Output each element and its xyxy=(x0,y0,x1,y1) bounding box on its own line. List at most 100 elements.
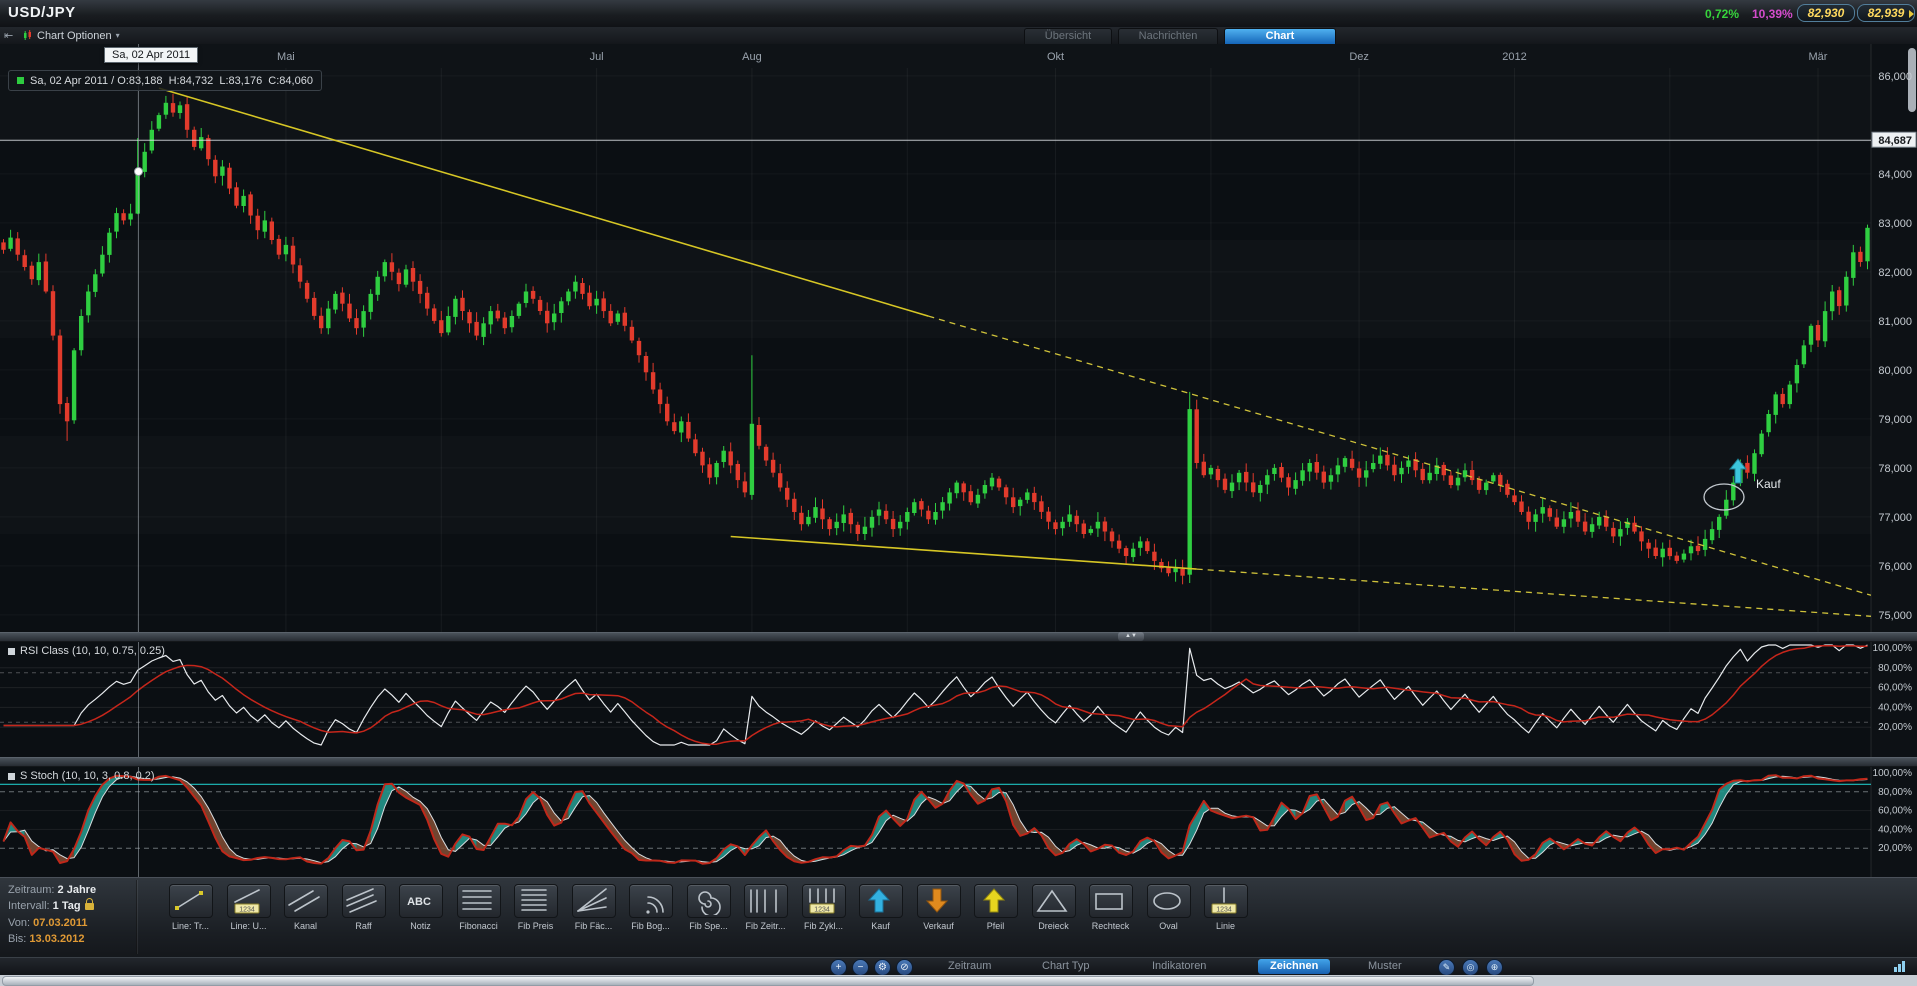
svg-text:80,00%: 80,00% xyxy=(1878,787,1912,798)
svg-text:77,000: 77,000 xyxy=(1878,512,1912,524)
svg-text:79,000: 79,000 xyxy=(1878,414,1912,426)
tool-label: Kauf xyxy=(852,921,909,931)
sell-price-button[interactable]: 82,930 xyxy=(1797,4,1855,22)
svg-text:ABC: ABC xyxy=(407,896,431,908)
lock-icon[interactable] xyxy=(85,903,94,910)
horizontal-scrollbar-thumb[interactable] xyxy=(2,976,1534,986)
tool-label: Rechteck xyxy=(1082,921,1139,931)
note-abc-icon: ABC xyxy=(400,885,438,915)
tool-channel[interactable]: Kanal xyxy=(277,884,334,931)
trend-line-icon xyxy=(170,885,208,915)
tool-raff[interactable]: Raff xyxy=(335,884,392,931)
tool-rectangle[interactable]: Rechteck xyxy=(1082,884,1139,931)
range-info: Zeitraum: 2 Jahre xyxy=(8,884,96,896)
tool-label: Notiz xyxy=(392,921,449,931)
gear-button[interactable]: ⚙ xyxy=(874,959,891,976)
tool-fib-fan[interactable]: Fib Fäc... xyxy=(565,884,622,931)
tool-fib-retracement[interactable]: Fibonacci xyxy=(450,884,507,931)
buy-annotation[interactable]: Kauf xyxy=(1698,451,1828,523)
tool-label: Verkauf xyxy=(910,921,967,931)
svg-text:1234: 1234 xyxy=(1216,907,1232,914)
panel-collapse-widget[interactable]: ▲▼ xyxy=(1118,632,1144,641)
tool-label: Kanal xyxy=(277,921,334,931)
pencil-icon[interactable]: ✎ xyxy=(1438,959,1455,976)
tool-arrow[interactable]: Pfeil xyxy=(967,884,1024,931)
trading-app-window: USD/JPY 0,72% 10,39% 82,930 82,939 ⇤ Cha… xyxy=(0,0,1917,986)
stochastic-panel[interactable]: 100,00%80,00%60,00%40,00%20,00% xyxy=(0,765,1917,877)
svg-text:Mär: Mär xyxy=(1809,51,1828,63)
main-chart-panel[interactable]: MaiJulAugOktDez2012Mär86,00084,00083,000… xyxy=(0,44,1917,632)
buy-arrow-icon xyxy=(860,885,898,915)
tool-trend-line-badge[interactable]: 1234 Line: U... xyxy=(220,884,277,931)
ctrl-tab-muster[interactable]: Muster xyxy=(1368,960,1402,972)
svg-text:Jul: Jul xyxy=(590,51,604,63)
tool-fib-price[interactable]: Fib Preis xyxy=(507,884,564,931)
tool-label: Line: U... xyxy=(220,921,277,931)
tool-line-badge[interactable]: 1234Linie xyxy=(1197,884,1254,931)
buy-annotation-label: Kauf xyxy=(1756,477,1781,491)
ctrl-tab-zeichnen[interactable]: Zeichnen xyxy=(1258,959,1330,974)
rsi-panel[interactable]: 100,00%80,00%60,00%40,00%20,00% xyxy=(0,640,1917,757)
from-date-info: Von: 07.03.2011 xyxy=(8,917,88,929)
ctrl-tab-chart-typ[interactable]: Chart Typ xyxy=(1042,960,1090,972)
candlestick-plot[interactable]: MaiJulAugOktDez2012Mär86,00084,00083,000… xyxy=(0,44,1917,632)
tool-note-abc[interactable]: ABC Notiz xyxy=(392,884,449,931)
tab-nachrichten[interactable]: Nachrichten xyxy=(1118,28,1218,44)
svg-text:83,000: 83,000 xyxy=(1878,218,1912,230)
rsi-plot: 100,00%80,00%60,00%40,00%20,00% xyxy=(0,640,1917,757)
plus-button[interactable]: + xyxy=(830,959,847,976)
tool-fib-arc[interactable]: Fib Bog... xyxy=(622,884,679,931)
tool-label: Oval xyxy=(1140,921,1197,931)
stochastic-plot: 100,00%80,00%60,00%40,00%20,00% xyxy=(0,765,1917,877)
tool-label: Line: Tr... xyxy=(162,921,219,931)
annotation-circle xyxy=(1704,484,1744,510)
change-percent-day: 0,72% xyxy=(1705,7,1739,21)
fib-price-icon xyxy=(515,885,553,915)
tool-fib-cycle[interactable]: 1234Fib Zykl... xyxy=(795,884,852,931)
tool-buy-arrow[interactable]: Kauf xyxy=(852,884,909,931)
minus-button[interactable]: − xyxy=(852,959,869,976)
ctrl-tab-indikatoren[interactable]: Indikatoren xyxy=(1152,960,1206,972)
line-badge-icon: 1234 xyxy=(1205,885,1243,915)
tab-bar: ⇤ Chart Optionen ▾ Übersicht Nachrichten… xyxy=(0,27,1917,45)
svg-text:82,000: 82,000 xyxy=(1878,267,1912,279)
chart-options-button[interactable]: Chart Optionen ▾ xyxy=(22,28,120,43)
fib-cycle-icon: 1234 xyxy=(803,885,841,915)
tool-fib-time[interactable]: Fib Zeitr... xyxy=(737,884,794,931)
svg-text:Mai: Mai xyxy=(277,51,295,63)
tool-trend-line[interactable]: Line: Tr... xyxy=(162,884,219,931)
tab-chart[interactable]: Chart xyxy=(1224,28,1336,44)
ctrl-tab-zeitraum[interactable]: Zeitraum xyxy=(948,960,991,972)
crosshair-date-tooltip: Sa, 02 Apr 2011 xyxy=(104,47,198,63)
svg-text:81,000: 81,000 xyxy=(1878,316,1912,328)
tool-oval[interactable]: Oval xyxy=(1140,884,1197,931)
svg-text:80,000: 80,000 xyxy=(1878,365,1912,377)
tool-fib-spiral[interactable]: Fib Spe... xyxy=(680,884,737,931)
change-percent-period: 10,39% xyxy=(1752,7,1793,21)
tool-label: Fib Zeitr... xyxy=(737,921,794,931)
svg-text:1234: 1234 xyxy=(239,907,255,914)
buy-price-button[interactable]: 82,939 xyxy=(1857,4,1915,22)
interval-info: Intervall: 1 Tag xyxy=(8,900,94,912)
block-button[interactable]: ⊘ xyxy=(896,959,913,976)
move-icon[interactable]: ⊕ xyxy=(1486,959,1503,976)
svg-text:40,00%: 40,00% xyxy=(1878,824,1912,835)
vertical-scrollbar-thumb[interactable] xyxy=(1908,48,1916,112)
tab-uebersicht[interactable]: Übersicht xyxy=(1024,28,1112,44)
oval-icon xyxy=(1148,885,1186,915)
quote-arrow-icon xyxy=(1909,10,1914,18)
panel-resize-divider[interactable]: ▲▼ xyxy=(0,632,1917,642)
chart-mini-icon[interactable] xyxy=(1894,961,1905,972)
target-icon[interactable]: ◎ xyxy=(1462,959,1479,976)
dock-toggle-icon[interactable]: ⇤ xyxy=(4,29,13,42)
tool-triangle[interactable]: Dreieck xyxy=(1025,884,1082,931)
tool-sell-arrow[interactable]: Verkauf xyxy=(910,884,967,931)
chart-options-label: Chart Optionen xyxy=(37,30,112,42)
bottom-control-bar: +−⚙ ⊘ Zeitraum Chart Typ Indikatoren Zeichne… xyxy=(0,957,1917,976)
panel-resize-divider-2[interactable] xyxy=(0,757,1917,767)
chevron-down-icon: ▾ xyxy=(116,31,120,40)
tool-label: Fibonacci xyxy=(450,921,507,931)
svg-text:100,00%: 100,00% xyxy=(1873,768,1913,779)
legend-square-icon xyxy=(17,77,24,84)
svg-text:78,000: 78,000 xyxy=(1878,463,1912,475)
